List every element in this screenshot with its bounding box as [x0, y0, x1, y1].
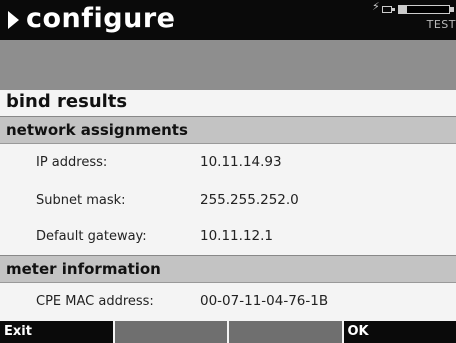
battery-level-fill	[399, 6, 407, 13]
status-indicator-text: TEST	[426, 18, 456, 31]
row-value: 10.11.12.1	[200, 228, 273, 244]
row-cpe-mac: CPE MAC address: 00-07-11-04-76-1B	[0, 283, 456, 321]
row-label: IP address:	[36, 155, 108, 170]
app-title: configure	[26, 3, 176, 34]
row-default-gateway: Default gateway: 10.11.12.1	[0, 218, 456, 256]
row-label: CPE MAC address:	[36, 294, 154, 309]
softkey-bar: Exit OK	[0, 321, 456, 343]
row-subnet-mask: Subnet mask: 255.255.252.0	[0, 182, 456, 220]
page-title: bind results	[6, 91, 128, 112]
section-title: network assignments	[6, 121, 188, 139]
row-label: Subnet mask:	[36, 193, 126, 208]
row-ip-address: IP address: 10.11.14.93	[0, 144, 456, 182]
section-header-meter: meter information	[0, 255, 456, 283]
softkey-2-button[interactable]	[112, 321, 227, 343]
plug-tip-icon	[392, 8, 395, 11]
section-title: meter information	[6, 260, 161, 278]
row-value: 00-07-11-04-76-1B	[200, 293, 329, 309]
row-value: 10.11.14.93	[200, 154, 282, 170]
section-header-network: network assignments	[0, 116, 456, 144]
battery-tip	[450, 7, 454, 12]
battery-icon	[398, 5, 450, 14]
charging-bolt-icon: ⚡	[372, 0, 380, 13]
sub-header-bar	[0, 40, 456, 90]
ok-button[interactable]: OK	[341, 321, 456, 343]
softkey-3-button[interactable]	[227, 321, 342, 343]
plug-icon	[382, 6, 392, 13]
title-bar: configure ⚡ TEST	[0, 0, 456, 40]
row-value: 255.255.252.0	[200, 192, 299, 208]
row-label: Default gateway:	[36, 229, 147, 244]
exit-button[interactable]: Exit	[0, 321, 113, 343]
play-arrow-icon	[8, 11, 19, 29]
